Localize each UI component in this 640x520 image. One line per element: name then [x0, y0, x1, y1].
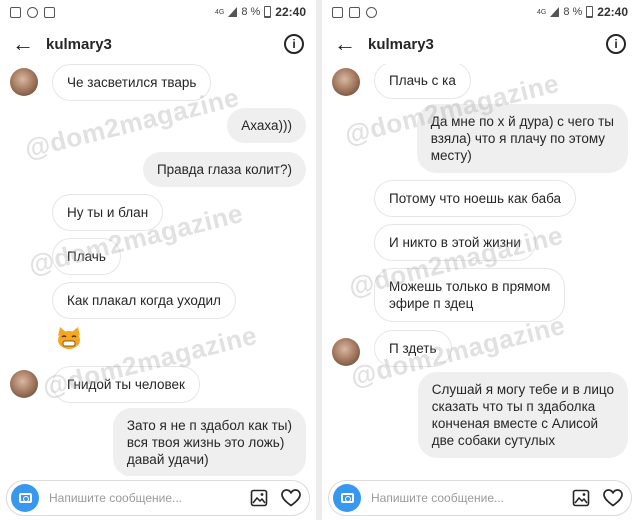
message-bubble-incoming: Потому что ноешь как баба [374, 180, 577, 217]
chat-header: ← kulmary3 i [322, 24, 638, 64]
avatar[interactable] [10, 68, 38, 96]
message-bubble-incoming: Можешь только в прямом эфире п здец [374, 268, 566, 322]
image-notification-icon [44, 6, 55, 18]
message-composer: Напишите сообщение... [6, 480, 310, 516]
chat-username[interactable]: kulmary3 [368, 36, 434, 53]
back-arrow-icon[interactable]: ← [334, 31, 368, 57]
heart-icon[interactable] [281, 488, 301, 508]
notification-icon [332, 6, 343, 18]
message-bubble-outgoing: Ахаха))) [227, 108, 306, 143]
avatar[interactable] [332, 338, 360, 366]
gallery-icon[interactable] [249, 488, 269, 508]
avatar[interactable] [10, 370, 38, 398]
info-icon[interactable]: i [606, 34, 626, 54]
notification-icon [10, 6, 21, 18]
signal-icon [228, 7, 238, 17]
network-type: 4G [214, 8, 225, 16]
battery-percent: 8 % [563, 6, 583, 18]
message-bubble-incoming: Плачь [52, 238, 121, 275]
message-line: сказать что ты п здаболка [431, 399, 596, 414]
message-composer: Напишите сообщение... [328, 480, 632, 516]
info-icon[interactable]: i [284, 34, 304, 54]
camera-button[interactable] [11, 484, 39, 512]
network-type: 4G [536, 8, 547, 16]
message-line: Зато я не п здабол как ты) [126, 418, 292, 433]
camera-icon [18, 493, 32, 503]
message-line: конченая вместе с Алисой [431, 416, 599, 431]
message-line: давай удачи) [126, 452, 209, 467]
cat-emoji-icon [58, 327, 80, 349]
message-bubble-incoming: Как плакал когда уходил [52, 282, 236, 319]
message-line: месту) [430, 148, 472, 163]
status-time: 22:40 [597, 5, 628, 19]
message-line: Слушай я могу тебе и в лицо [431, 382, 614, 397]
heart-icon[interactable] [603, 488, 623, 508]
battery-icon [586, 6, 594, 18]
image-notification-icon [349, 6, 360, 18]
instagram-notification-icon [27, 6, 38, 18]
message-line: взяла) что я плачу по этому [430, 131, 606, 146]
signal-icon [550, 7, 560, 17]
camera-icon [340, 493, 354, 503]
chat-screen-right: 4G 8 % 22:40 ← kulmary3 i Плачь с ка Да … [322, 0, 638, 520]
message-bubble-outgoing: Слушай я могу тебе и в лицо сказать что … [417, 372, 628, 458]
back-arrow-icon[interactable]: ← [12, 31, 46, 57]
avatar[interactable] [332, 68, 360, 96]
battery-percent: 8 % [241, 6, 261, 18]
chat-username[interactable]: kulmary3 [46, 36, 112, 53]
message-bubble-incoming: Гнидой ты человек [52, 366, 200, 403]
message-list[interactable]: Че засветился тварь Ахаха))) Правда глаз… [0, 64, 316, 476]
chat-header: ← kulmary3 i [0, 24, 316, 64]
instagram-notification-icon [366, 6, 377, 18]
battery-icon [264, 6, 272, 18]
message-input[interactable]: Напишите сообщение... [49, 491, 237, 505]
message-line: Можешь только в прямом [389, 279, 551, 294]
message-bubble-outgoing: Правда глаза колит?) [142, 152, 306, 187]
message-list[interactable]: Плачь с ка Да мне по х й дура) с чего ты… [322, 64, 638, 476]
status-bar: 4G 8 % 22:40 [322, 0, 638, 24]
message-bubble-outgoing: Зато я не п здабол как ты) вся твоя жизн… [112, 408, 306, 476]
status-bar: 4G 8 % 22:40 [0, 0, 316, 24]
message-bubble-incoming: П здеть [374, 330, 452, 367]
message-line: Да мне по х й дура) с чего ты [430, 114, 614, 129]
status-time: 22:40 [275, 5, 306, 19]
message-line: эфире п здец [389, 296, 474, 311]
message-bubble-incoming: Плачь с ка [374, 64, 471, 99]
camera-button[interactable] [333, 484, 361, 512]
message-line: две собаки сутулых [431, 433, 556, 448]
message-bubble-incoming: Ну ты и блан [52, 194, 164, 231]
message-bubble-incoming: Че засветился тварь [52, 64, 212, 101]
chat-screen-left: 4G 8 % 22:40 ← kulmary3 i Че засветился … [0, 0, 316, 520]
gallery-icon[interactable] [571, 488, 591, 508]
message-bubble-incoming: И никто в этой жизни [374, 224, 536, 261]
message-input[interactable]: Напишите сообщение... [371, 491, 559, 505]
message-bubble-outgoing: Да мне по х й дура) с чего ты взяла) что… [416, 104, 628, 173]
message-line: вся твоя жизнь это ложь) [126, 435, 285, 450]
